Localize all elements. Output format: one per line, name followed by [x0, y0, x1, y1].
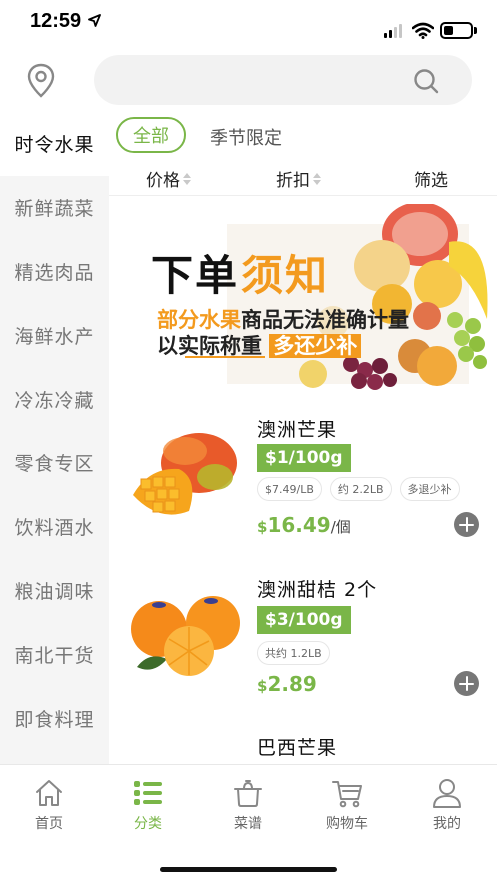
search-icon[interactable] — [413, 68, 439, 94]
sidebar-item-fresh-vegetables[interactable]: 新鲜蔬菜 — [0, 176, 109, 240]
sidebar-item-dried-goods[interactable]: 南北干货 — [0, 622, 109, 686]
sidebar-item-drinks[interactable]: 饮料酒水 — [0, 495, 109, 559]
product-name[interactable]: 澳洲芒果 — [257, 415, 337, 442]
sidebar-item-seafood[interactable]: 海鲜水产 — [0, 303, 109, 367]
tab-seasonal-limited[interactable]: 季节限定 — [210, 124, 282, 150]
price-amount: 2.89 — [267, 672, 317, 696]
status-bar: 12:59 — [0, 0, 497, 44]
sort-discount-label: 折扣 — [276, 171, 310, 191]
add-to-cart-button[interactable] — [454, 671, 479, 696]
tab-home-label: 首页 — [35, 816, 63, 832]
product-tags: $7.49/LB 约 2.2LB 多退少补 — [257, 477, 460, 501]
status-time: 12:59 — [30, 10, 82, 32]
mandarin-image — [131, 596, 240, 676]
category-sidebar: 时令水果 新鲜蔬菜 精选肉品 海鲜水产 冷冻冷藏 零食专区 饮料酒水 粮油调味 … — [0, 112, 109, 764]
home-icon — [36, 780, 62, 806]
sidebar-item-oil-seasoning[interactable]: 粮油调味 — [0, 559, 109, 623]
sort-price[interactable]: 价格 — [146, 166, 191, 191]
tab-home[interactable]: 首页 — [9, 777, 89, 833]
tab-category-label: 分类 — [134, 816, 162, 832]
category-list-icon — [134, 781, 162, 805]
battery-nub — [474, 27, 477, 34]
tag-price-per-lb: $7.49/LB — [257, 477, 322, 501]
banner-title-part1: 下单 — [151, 251, 240, 300]
pot-icon — [234, 780, 262, 807]
price-currency: $ — [257, 677, 268, 695]
add-to-cart-button[interactable] — [454, 512, 479, 537]
sort-divider — [109, 195, 497, 196]
battery-icon — [440, 22, 473, 39]
sidebar-item-seasonal-fruit[interactable]: 时令水果 — [0, 112, 109, 176]
price-currency: $ — [257, 518, 268, 536]
cellular-signal-icon — [384, 24, 402, 38]
unit-price-badge: $1/100g — [257, 444, 351, 472]
tab-recipes-label: 菜谱 — [234, 816, 262, 832]
mango-image — [133, 433, 237, 515]
search-bar[interactable] — [94, 55, 472, 105]
tab-recipes[interactable]: 菜谱 — [208, 777, 288, 833]
sort-arrows-icon — [183, 172, 191, 185]
tab-all[interactable]: 全部 — [116, 117, 186, 153]
banner-line1-text: 商品无法准确计量 — [241, 308, 409, 332]
product-card-aus-mango[interactable]: 澳洲芒果 $1/100g $7.49/LB 约 2.2LB 多退少补 $16.4… — [109, 405, 497, 565]
tag-weight: 共约 1.2LB — [257, 641, 330, 665]
order-notice-banner[interactable]: 下单 须知 部分水果商品无法准确计量 以实际称重 多还少补 — [137, 204, 489, 397]
banner-line2-pill: 多还少补 — [269, 334, 362, 358]
user-icon — [433, 779, 461, 808]
sort-price-label: 价格 — [146, 171, 180, 191]
home-indicator[interactable] — [160, 867, 337, 872]
sidebar-item-meat[interactable]: 精选肉品 — [0, 240, 109, 304]
price-amount: 16.49 — [267, 513, 331, 537]
filter-button[interactable]: 筛选 — [414, 166, 448, 191]
product-price: $2.89 — [257, 672, 317, 696]
location-arrow-icon — [88, 14, 101, 27]
tab-cart[interactable]: 购物车 — [307, 777, 387, 833]
search-input[interactable] — [114, 55, 414, 105]
banner-line2-text: 以实际称重 — [157, 334, 262, 358]
tag-refund-policy: 多退少补 — [399, 477, 460, 501]
filter-label: 筛选 — [414, 171, 448, 191]
product-price: $16.49/個 — [257, 513, 351, 537]
unit-price-badge: $3/100g — [257, 606, 351, 634]
sidebar-item-snacks[interactable]: 零食专区 — [0, 431, 109, 495]
tab-cart-label: 购物车 — [326, 816, 368, 832]
product-card-aus-mandarin[interactable]: 澳洲甜桔 2个 $3/100g 共约 1.2LB $2.89 — [109, 565, 497, 725]
product-tags: 共约 1.2LB — [257, 641, 330, 665]
tag-weight: 约 2.2LB — [329, 477, 392, 501]
tab-profile[interactable]: 我的 — [407, 777, 487, 833]
banner-underline — [185, 356, 265, 358]
banner-line1-highlight: 部分水果 — [157, 308, 241, 332]
banner-title-part2: 须知 — [241, 251, 330, 300]
location-pin-icon[interactable] — [26, 63, 56, 99]
product-name[interactable]: 巴西芒果 — [257, 733, 337, 760]
sidebar-item-frozen[interactable]: 冷冻冷藏 — [0, 367, 109, 431]
price-unit: /個 — [330, 518, 351, 536]
sidebar-item-ready-meals[interactable]: 即食料理 — [0, 686, 109, 750]
wifi-icon — [412, 22, 434, 39]
tab-category[interactable]: 分类 — [108, 777, 188, 833]
cart-icon — [332, 781, 362, 808]
sort-discount[interactable]: 折扣 — [276, 166, 321, 191]
product-card-brazil-mango[interactable]: 巴西芒果 — [109, 725, 497, 764]
sort-arrows-icon — [313, 172, 321, 185]
bottom-tab-bar: 首页 分类 菜谱 购物车 我的 — [0, 764, 497, 883]
product-name[interactable]: 澳洲甜桔 2个 — [257, 575, 377, 602]
tab-profile-label: 我的 — [433, 816, 461, 832]
